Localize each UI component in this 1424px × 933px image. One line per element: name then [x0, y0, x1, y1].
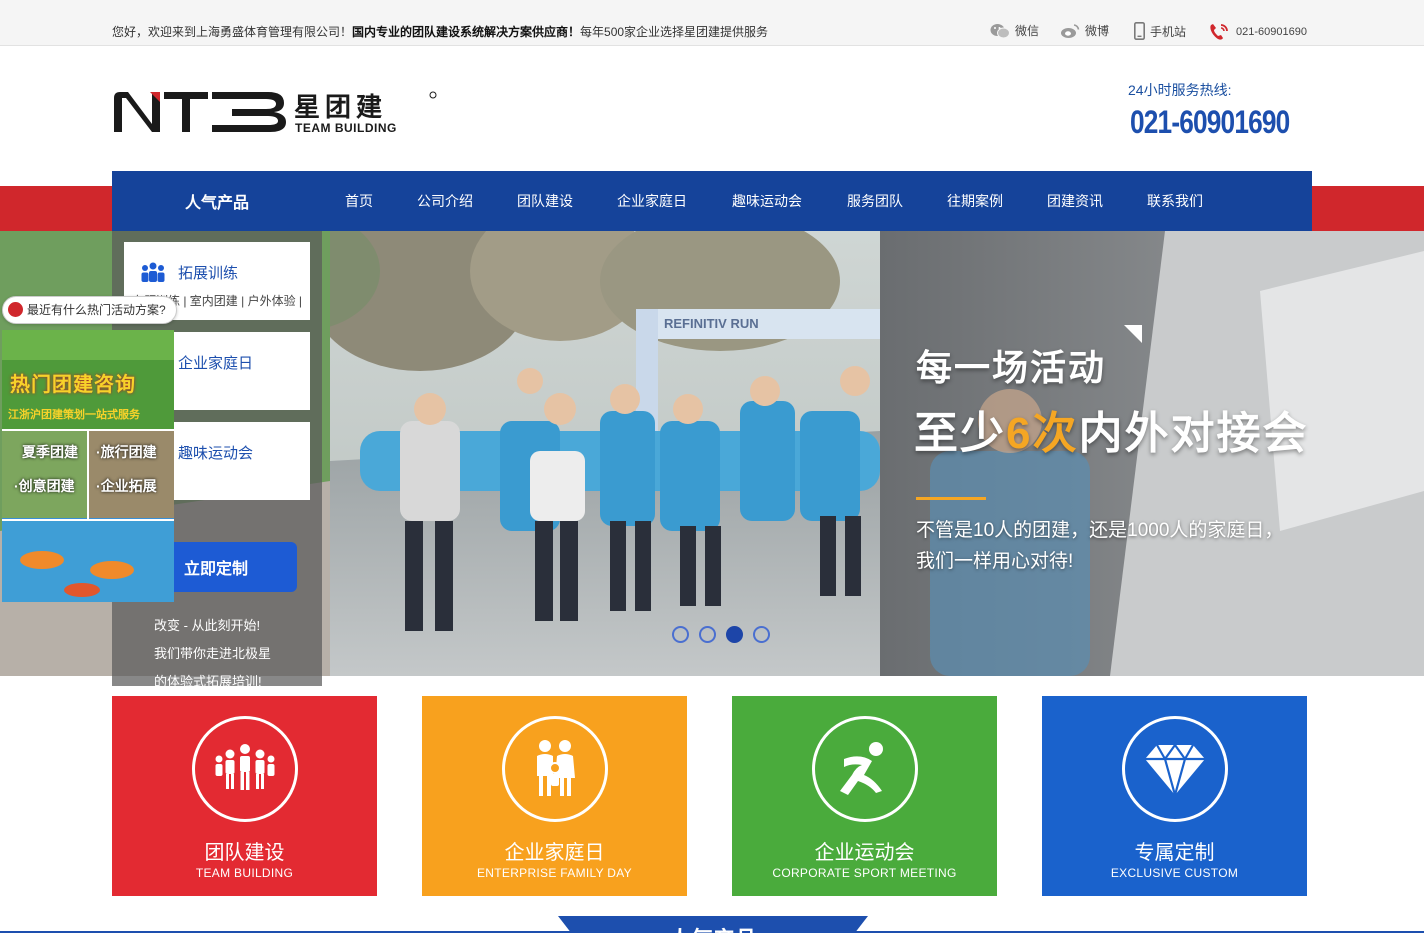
site-logo[interactable]: 星团建 TEAM BUILDING [112, 90, 442, 136]
slogan-divider [916, 497, 986, 500]
weibo-link[interactable]: 微博 [1060, 22, 1109, 39]
category-title: 拓展训练 [178, 265, 239, 282]
banner-description: 不管是10人的团建，还是1000人的家庭日， 我们一样用心对待! [916, 520, 1284, 572]
ntb-logo-icon: 星团建 TEAM BUILDING [114, 91, 437, 135]
family-icon [502, 716, 608, 822]
ad-subtitle: 江浙沪团建策划一站式服务 [8, 409, 140, 421]
svg-text:星团建: 星团建 [294, 93, 387, 123]
main-nav: 人气产品 首页 公司介绍 团队建设 企业家庭日 趣味运动会 服务团队 往期案例 … [112, 171, 1312, 231]
card-sports-meeting[interactable]: 企业运动会 CORPORATE SPORT MEETING [732, 696, 997, 896]
nav-item-news[interactable]: 团建资讯 [1047, 171, 1103, 231]
hotline-number: 021-60901690 [1130, 104, 1290, 140]
card-family-day[interactable]: 企业家庭日 ENTERPRISE FAMILY DAY [422, 696, 687, 896]
float-question-bubble[interactable]: 最近有什么热门活动方案? [2, 296, 177, 324]
wechat-link[interactable]: 微信 [990, 22, 1039, 39]
ad-cell-travel: ·旅行团建 [96, 444, 157, 460]
card-title: 团队建设 [204, 842, 285, 864]
category-panel-text: 改变 - 从此刻开始! 我们带你走进北极星 的体验式拓展培训! [154, 618, 272, 689]
category-title: 企业家庭日 [178, 355, 254, 372]
nav-item-sports-meet[interactable]: 趣味运动会 [732, 171, 802, 231]
nav-item-about[interactable]: 公司介绍 [417, 171, 473, 231]
card-subtitle: EXCLUSIVE CUSTOM [1110, 866, 1239, 880]
wechat-icon [990, 23, 1010, 38]
nav-item-contact[interactable]: 联系我们 [1147, 171, 1203, 231]
phone-icon [1210, 24, 1228, 40]
card-subtitle: ENTERPRISE FAMILY DAY [476, 866, 632, 880]
banner-slogan-line1: 每一场活动 [916, 347, 1107, 388]
nav-item-team-building[interactable]: 团队建设 [517, 171, 573, 231]
category-title: 趣味运动会 [178, 445, 254, 462]
banner-slogan-line2: 至少6次内外对接会 [914, 409, 1309, 458]
card-exclusive-custom[interactable]: 专属定制 EXCLUSIVE CUSTOM [1042, 696, 1307, 896]
card-title: 企业家庭日 [504, 842, 605, 864]
section-heading-text: 人气产品 [558, 922, 868, 933]
nav-item-cases[interactable]: 往期案例 [947, 171, 1003, 231]
mobile-icon [1134, 22, 1145, 40]
svg-text:TEAM BUILDING: TEAM BUILDING [295, 121, 397, 135]
svg-text:REFINITIV RUN: REFINITIV RUN [664, 316, 759, 331]
ad-cell-summer: 夏季团建 [22, 444, 78, 460]
nav-item-home[interactable]: 首页 [345, 171, 373, 231]
card-title: 企业运动会 [814, 842, 915, 864]
chat-icon [8, 302, 23, 317]
card-title: 专属定制 [1134, 842, 1215, 864]
card-team-building[interactable]: 团队建设 TEAM BUILDING [112, 696, 377, 896]
float-ad-banner[interactable]: 热门团建咨询 江浙沪团建策划一站式服务 夏季团建 ·旅行团建 ·创意团建 ·企业… [2, 330, 174, 602]
people-group-icon [141, 262, 165, 282]
runner-icon [812, 716, 918, 822]
ad-cell-expansion: ·企业拓展 [96, 478, 157, 494]
team-icon [192, 716, 298, 822]
slider-dot-1[interactable] [672, 626, 689, 643]
hotline-label: 24小时服务热线: [1128, 82, 1232, 98]
ad-cell-creative: ·创意团建 [14, 478, 75, 494]
nav-category-label[interactable]: 人气产品 [112, 171, 322, 231]
ad-title: 热门团建咨询 [10, 374, 136, 396]
weibo-icon [1061, 23, 1080, 38]
nav-item-service-team[interactable]: 服务团队 [847, 171, 903, 231]
card-subtitle: TEAM BUILDING [195, 866, 294, 880]
slogan-highlight: 6次 [1006, 409, 1079, 458]
section-heading: 人气产品 [558, 916, 868, 933]
slider-dot-2[interactable] [699, 626, 716, 643]
phone-link[interactable]: 021-60901690 [1207, 22, 1307, 42]
slider-dot-3[interactable] [726, 626, 743, 643]
diamond-icon [1122, 716, 1228, 822]
welcome-text: 您好，欢迎来到上海勇盛体育管理有限公司！国内专业的团队建设系统解决方案供应商！每… [112, 25, 769, 39]
nav-item-family-day[interactable]: 企业家庭日 [617, 171, 687, 231]
top-bar: 您好，欢迎来到上海勇盛体育管理有限公司！国内专业的团队建设系统解决方案供应商！每… [0, 0, 1424, 46]
slider-dot-4[interactable] [753, 626, 770, 643]
card-subtitle: CORPORATE SPORT MEETING [772, 866, 957, 880]
slider-dots [672, 626, 770, 643]
mobile-site-link[interactable]: 手机站 [1134, 22, 1186, 40]
welcome-slogan: 国内专业的团队建设系统解决方案供应商！ [352, 25, 581, 39]
